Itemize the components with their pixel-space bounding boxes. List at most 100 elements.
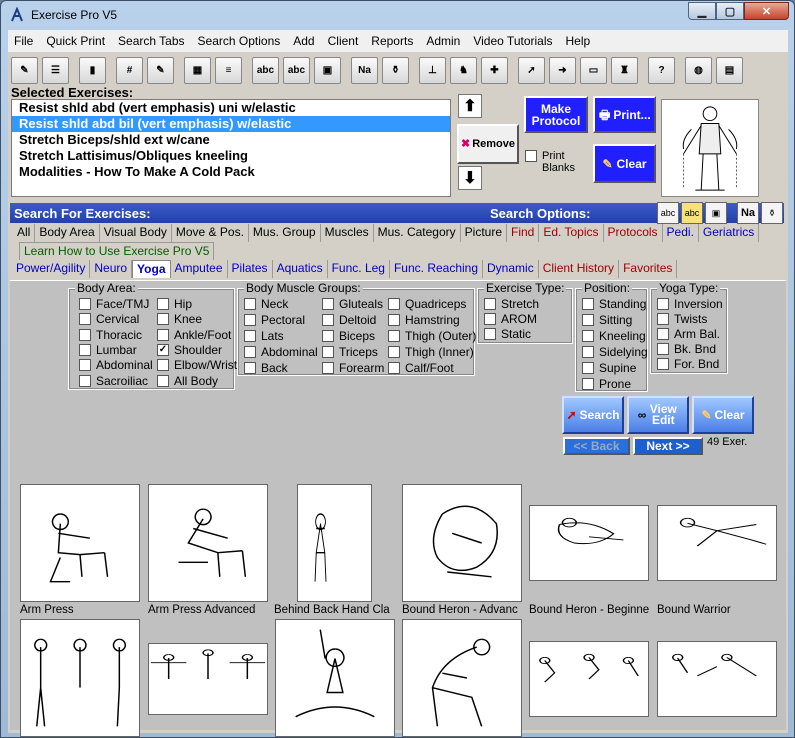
checkbox-box[interactable]: [388, 314, 400, 326]
print-button[interactable]: 🖶 Print...: [593, 96, 656, 133]
tab-amputee[interactable]: Amputee: [171, 260, 228, 278]
filter-muscle-groups-checkbox[interactable]: Thigh (Inner): [388, 345, 474, 359]
checkbox-box[interactable]: [657, 298, 669, 310]
menu-reports[interactable]: Reports: [371, 34, 413, 48]
tab-pedi-[interactable]: Pedi.: [663, 224, 699, 242]
checkbox-box[interactable]: [157, 374, 169, 387]
filter-muscle-groups-checkbox[interactable]: Quadriceps: [388, 297, 466, 311]
filter-body-area-checkbox[interactable]: Sacroiliac: [79, 374, 148, 388]
tab-all[interactable]: All: [13, 224, 36, 242]
filter-muscle-groups-checkbox[interactable]: Gluteals: [322, 297, 383, 311]
remove-button[interactable]: ✖ Remove: [457, 124, 519, 164]
filter-yoga-type-checkbox[interactable]: Inversion: [657, 297, 723, 311]
checkbox-box[interactable]: [582, 314, 594, 326]
menu-search-tabs[interactable]: Search Tabs: [118, 34, 185, 48]
open-book-button[interactable]: ▭: [580, 56, 607, 84]
checkbox-box[interactable]: [322, 298, 334, 310]
clear-selected-button[interactable]: ✎ Clear: [593, 144, 656, 183]
filter-body-area-checkbox[interactable]: Knee: [157, 312, 202, 326]
checkbox-box[interactable]: [244, 362, 256, 374]
tab-client-history[interactable]: Client History: [539, 260, 620, 278]
abc-picture-button[interactable]: abc: [283, 56, 310, 84]
runner-stretch-button[interactable]: ➚: [518, 56, 545, 84]
manual-button[interactable]: ▤: [716, 56, 743, 84]
checkbox-box[interactable]: [582, 298, 594, 310]
filter-muscle-groups-checkbox[interactable]: Back: [244, 361, 288, 375]
tab-yoga[interactable]: Yoga: [132, 260, 171, 278]
filter-body-area-checkbox[interactable]: Abdominal: [79, 358, 153, 372]
picture-option-icon[interactable]: ▣: [705, 202, 727, 224]
tab-func-leg[interactable]: Func. Leg: [328, 260, 390, 278]
filter-muscle-groups-checkbox[interactable]: Abdominal: [244, 345, 318, 359]
filter-body-area-checkbox[interactable]: Hip: [157, 297, 192, 311]
list-button[interactable]: ☰: [42, 56, 69, 84]
view-edit-button[interactable]: ∞ View Edit: [627, 396, 689, 434]
exercise-thumbnail[interactable]: [402, 619, 522, 737]
filter-position-checkbox[interactable]: Standing: [582, 297, 646, 311]
filter-exercise-type-checkbox[interactable]: Stretch: [484, 297, 539, 311]
checkbox-box[interactable]: [657, 328, 669, 340]
bottle-button[interactable]: ⚱: [382, 56, 409, 84]
exercise-thumbnail[interactable]: [148, 484, 268, 602]
checkbox-box[interactable]: [244, 346, 256, 358]
filter-yoga-type-checkbox[interactable]: Bk. Bnd: [657, 342, 716, 356]
menu-quick-print[interactable]: Quick Print: [46, 34, 105, 48]
checkbox-box[interactable]: [484, 313, 496, 325]
checkbox-box[interactable]: [79, 298, 91, 310]
checkbox-box[interactable]: [388, 298, 400, 310]
tab-find[interactable]: Find: [507, 224, 540, 242]
org-chart-button[interactable]: ⊥: [419, 56, 446, 84]
tab-func-reaching[interactable]: Func. Reaching: [390, 260, 484, 278]
make-protocol-button[interactable]: Make Protocol: [524, 96, 588, 133]
checkbox-box[interactable]: [79, 313, 91, 326]
pencil-button[interactable]: ✎: [11, 56, 38, 84]
checkbox-box[interactable]: [582, 362, 594, 374]
maximize-button[interactable]: ▢: [716, 2, 744, 20]
checkbox-box[interactable]: [244, 330, 256, 342]
move-up-button[interactable]: ⬆: [458, 94, 482, 118]
notes-button[interactable]: ✎: [147, 56, 174, 84]
selected-exercise-item[interactable]: Stretch Biceps/shld ext w/cane: [12, 132, 450, 148]
filter-exercise-type-checkbox[interactable]: AROM: [484, 312, 537, 326]
tab-pilates[interactable]: Pilates: [228, 260, 273, 278]
filter-muscle-groups-checkbox[interactable]: Deltoid: [322, 313, 376, 327]
checkbox-box[interactable]: [157, 328, 169, 341]
abc-picture-option-icon[interactable]: abc: [681, 202, 703, 224]
weightlifter-button[interactable]: ♞: [450, 56, 477, 84]
exercise-thumbnail[interactable]: [275, 619, 395, 737]
checkbox-box[interactable]: [322, 330, 334, 342]
exercise-thumbnail[interactable]: [297, 484, 372, 602]
checkbox-box[interactable]: [657, 343, 669, 355]
filter-body-area-checkbox[interactable]: All Body: [157, 374, 218, 388]
checkbox-box[interactable]: [388, 346, 400, 358]
next-button[interactable]: Next >>: [633, 437, 703, 455]
menu-help[interactable]: Help: [566, 34, 591, 48]
search-button[interactable]: ➚ Search: [562, 396, 624, 434]
exercise-thumbnail[interactable]: [657, 641, 777, 717]
checkbox-box[interactable]: [388, 362, 400, 374]
checkbox-box[interactable]: [657, 313, 669, 325]
exercise-thumbnail[interactable]: [657, 505, 777, 581]
abc-button[interactable]: abc: [252, 56, 279, 84]
na-button[interactable]: Na: [351, 56, 378, 84]
tab-power-agility[interactable]: Power/Agility: [12, 260, 91, 278]
filter-muscle-groups-checkbox[interactable]: Hamstring: [388, 313, 460, 327]
tab-ed-topics[interactable]: Ed. Topics: [539, 224, 604, 242]
filter-muscle-groups-checkbox[interactable]: Neck: [244, 297, 288, 311]
weights-button[interactable]: ♜: [611, 56, 638, 84]
filter-body-area-checkbox[interactable]: Cervical: [79, 312, 139, 326]
filter-body-area-checkbox[interactable]: Thoracic: [79, 328, 142, 342]
filter-position-checkbox[interactable]: Supine: [582, 361, 636, 375]
checkbox-box[interactable]: [157, 298, 169, 310]
menu-file[interactable]: File: [14, 34, 33, 48]
minimize-button[interactable]: ▁: [688, 2, 716, 20]
checkbox-box[interactable]: [322, 314, 334, 326]
tab-picture[interactable]: Picture: [461, 224, 508, 242]
move-down-button[interactable]: ⬇: [458, 166, 482, 190]
exercise-caption[interactable]: Bound Warrior: [657, 604, 782, 616]
menu-client[interactable]: Client: [328, 34, 359, 48]
exercise-caption[interactable]: Behind Back Hand Cla: [274, 604, 399, 616]
exercise-thumbnail[interactable]: [20, 484, 140, 602]
checkbox-box[interactable]: [388, 330, 400, 342]
checkbox-box[interactable]: [582, 378, 594, 390]
